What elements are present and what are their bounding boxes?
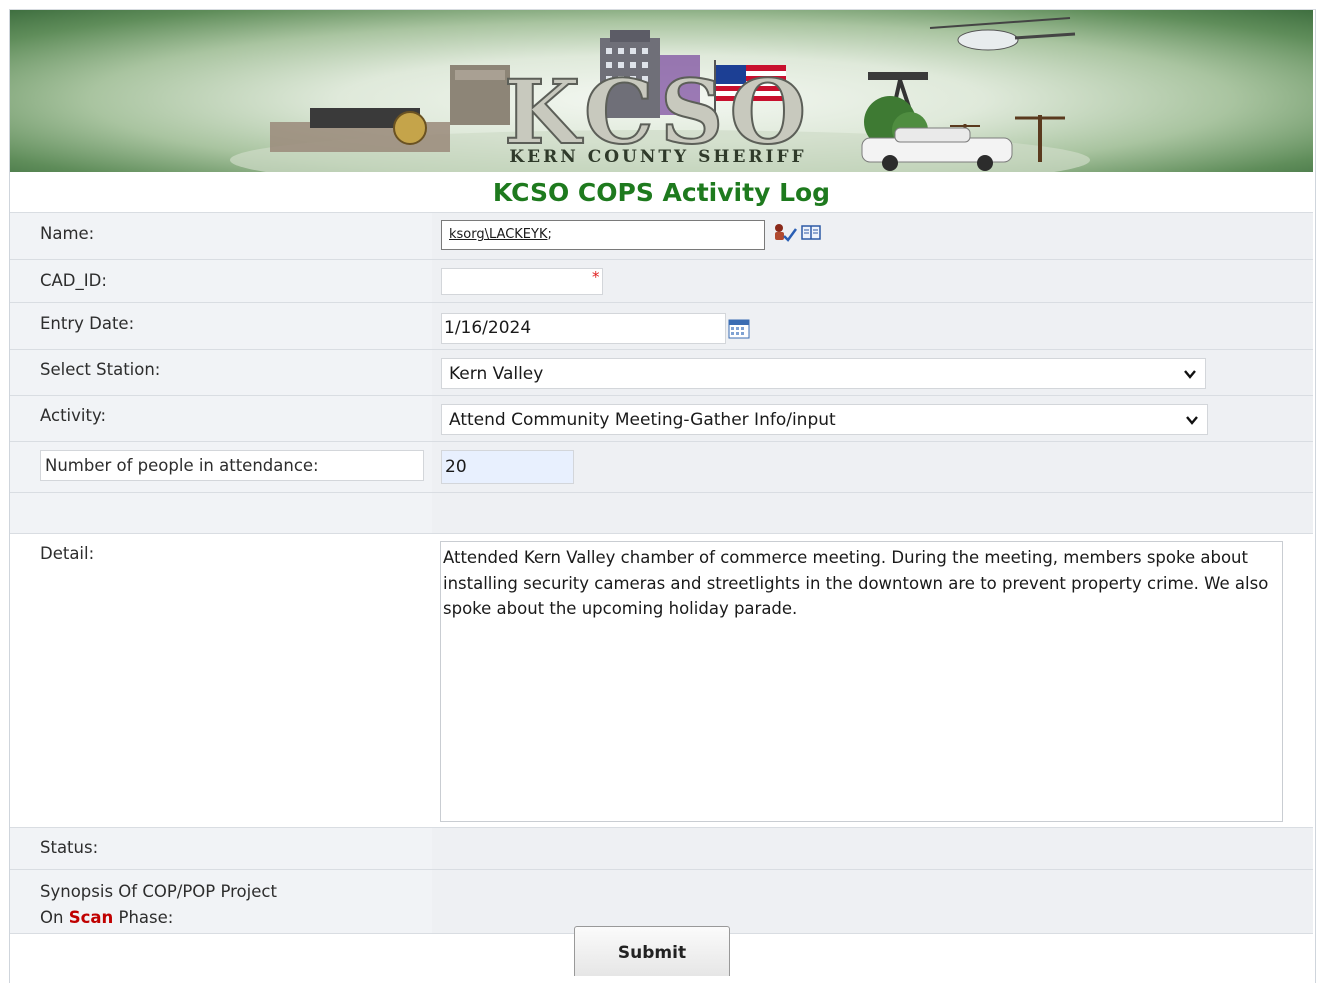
calendar-icon[interactable] xyxy=(728,319,750,343)
chevron-down-icon xyxy=(1184,370,1196,379)
name-resolved-value[interactable]: ksorg\LACKEYK xyxy=(449,227,548,242)
station-label: Select Station: xyxy=(40,360,161,379)
check-names-icon[interactable] xyxy=(773,223,798,247)
attendance-label-box: Number of people in attendance: xyxy=(40,450,424,481)
row-name: Name: ksorg\LACKEYK; xyxy=(10,212,1313,260)
kcso-banner: KCSO KERN COUNTY SHERIFF xyxy=(10,10,1313,172)
form-frame: KCSO KERN COUNTY SHERIFF KCSO COPS Activ… xyxy=(9,9,1316,983)
station-select[interactable]: Kern Valley xyxy=(441,358,1206,389)
entry-date-label: Entry Date: xyxy=(40,314,135,333)
required-marker: * xyxy=(592,268,600,286)
row-status: Status: xyxy=(10,827,1313,870)
row-synopsis: Synopsis Of COP/POP Project On Scan Phas… xyxy=(10,869,1313,934)
row-activity: Activity: Attend Community Meeting-Gathe… xyxy=(10,395,1313,442)
cad-id-input[interactable] xyxy=(441,268,603,295)
scan-phase-highlight: Scan xyxy=(68,908,114,927)
entry-date-input[interactable]: 1/16/2024 xyxy=(441,313,726,344)
chevron-down-icon xyxy=(1186,416,1198,425)
page-title: KCSO COPS Activity Log xyxy=(492,178,831,207)
row-station: Select Station: Kern Valley xyxy=(10,349,1313,396)
address-book-icon[interactable] xyxy=(801,224,821,244)
row-entry-date: Entry Date: 1/16/2024 xyxy=(10,302,1313,350)
name-label: Name: xyxy=(40,224,95,243)
row-attendance: Number of people in attendance: 20 xyxy=(10,441,1313,493)
detail-textarea[interactable]: Attended Kern Valley chamber of commerce… xyxy=(440,541,1283,822)
row-cad-id: CAD_ID: * xyxy=(10,259,1313,303)
synopsis-label: Synopsis Of COP/POP Project On Scan Phas… xyxy=(40,882,277,927)
activity-select[interactable]: Attend Community Meeting-Gather Info/inp… xyxy=(441,404,1208,435)
banner-illustration: KCSO KERN COUNTY SHERIFF xyxy=(230,17,1090,172)
attendance-input[interactable]: 20 xyxy=(441,450,574,484)
detail-label: Detail: xyxy=(40,544,95,563)
cad-id-label: CAD_ID: xyxy=(40,271,107,290)
name-people-picker[interactable]: ksorg\LACKEYK; xyxy=(441,220,765,250)
banner-subtitle: KERN COUNTY SHERIFF xyxy=(509,147,806,167)
activity-label: Activity: xyxy=(40,406,107,425)
attendance-label: Number of people in attendance: xyxy=(45,456,319,475)
row-spacer xyxy=(10,492,1313,534)
submit-button[interactable]: Submit xyxy=(574,926,730,976)
status-label: Status: xyxy=(40,838,99,857)
